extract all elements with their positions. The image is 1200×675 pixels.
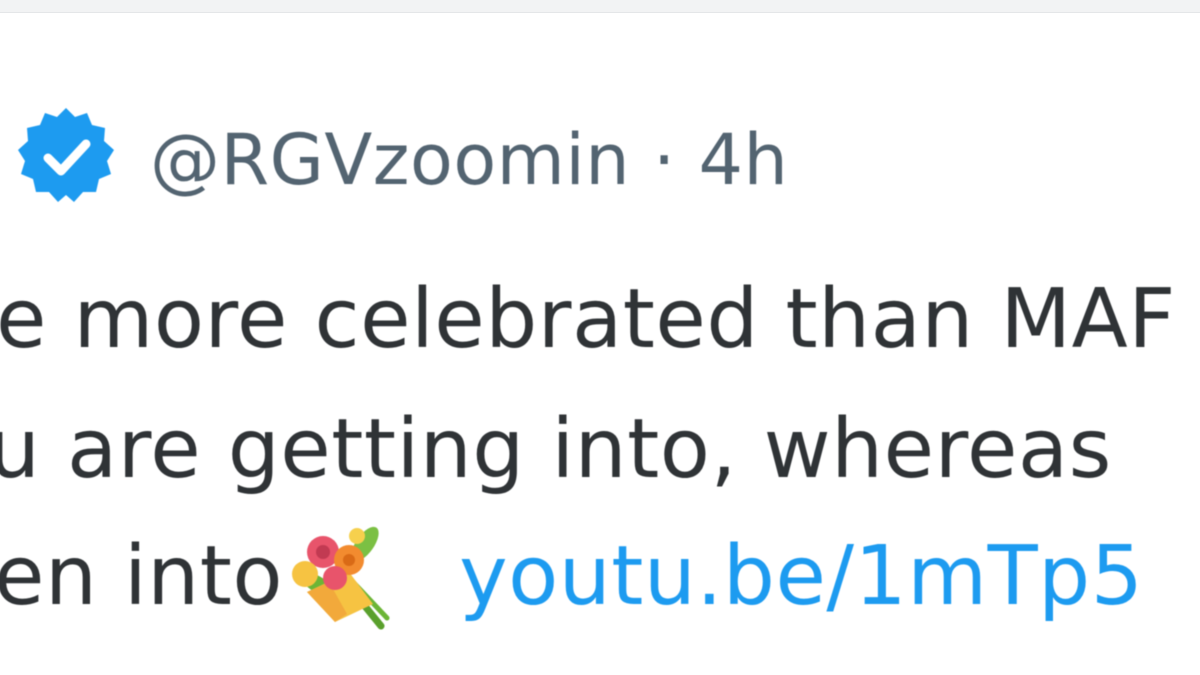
- tweet-screenshot: @RGVzoomin · 4h e more celebrated than M…: [0, 0, 1200, 675]
- user-handle[interactable]: @RGVzoomin: [150, 119, 630, 201]
- bouquet-emoji-icon: [277, 522, 397, 632]
- tweet-link[interactable]: youtu.be/1mTp5: [459, 529, 1143, 624]
- tweet-card[interactable]: @RGVzoomin · 4h e more celebrated than M…: [0, 12, 1200, 675]
- tweet-meta: @RGVzoomin · 4h: [150, 100, 788, 220]
- tweet-text-line-2: u are getting into, whereas: [0, 402, 1112, 497]
- verified-badge-icon: [14, 104, 118, 208]
- meta-separator: ·: [652, 119, 676, 201]
- tweet-text-line-1: e more celebrated than MAF: [0, 272, 1176, 367]
- tweet-text-line-3: en into youtu.be/1mTp5: [0, 522, 1143, 632]
- tweet-text-fragment: en into: [0, 529, 284, 624]
- tweet-timestamp[interactable]: 4h: [698, 119, 788, 201]
